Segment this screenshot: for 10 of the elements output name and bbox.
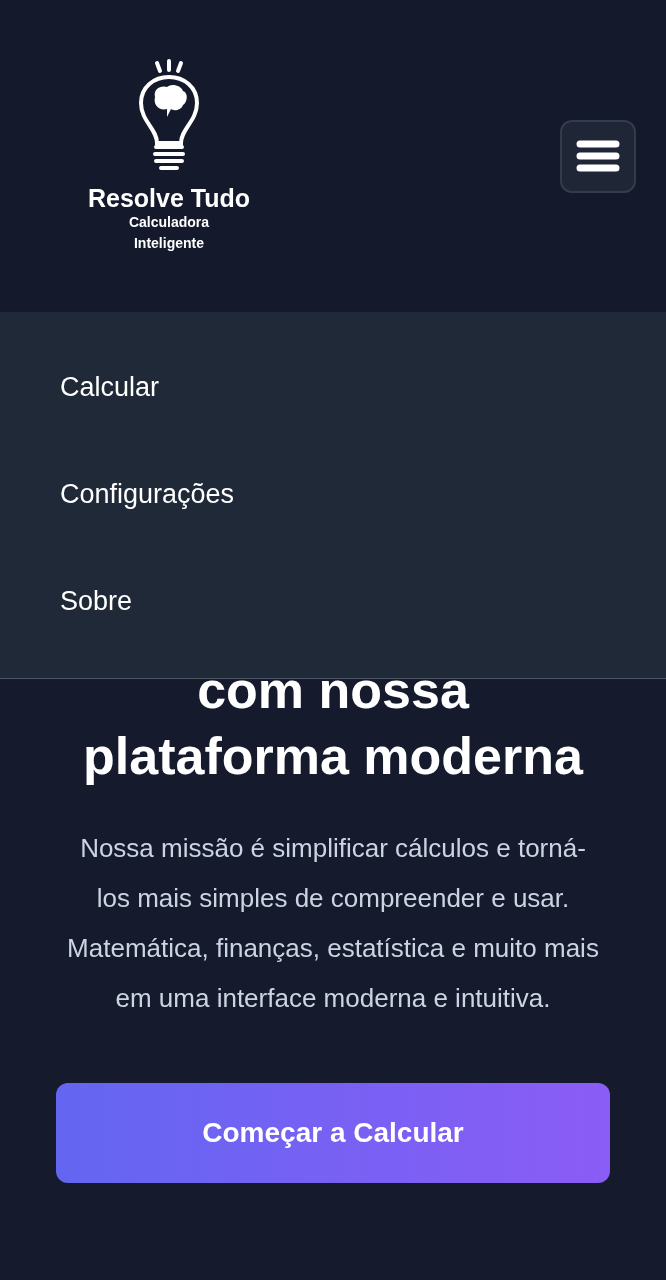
- menu-link[interactable]: Calcular: [60, 334, 160, 441]
- menu-icon: [576, 139, 620, 173]
- start-calculating-button[interactable]: Começar a Calcular: [56, 1083, 610, 1183]
- logo-title: Resolve Tudo: [87, 184, 251, 213]
- menu-button[interactable]: [560, 119, 636, 193]
- logo-subtitle: Calculadora Inteligente: [127, 213, 211, 253]
- menu-link[interactable]: Sobre: [60, 548, 133, 655]
- hero-heading: com nossa plataforma moderna: [82, 660, 585, 787]
- hero-description: Nossa missão é simplificar cálculos e torná-los mais simples de compreender e usar. Matemática, finanças, estatística e muito mais em uma interface moderna e intuitiva.: [66, 832, 600, 1015]
- menu-link[interactable]: Configurações: [60, 441, 235, 548]
